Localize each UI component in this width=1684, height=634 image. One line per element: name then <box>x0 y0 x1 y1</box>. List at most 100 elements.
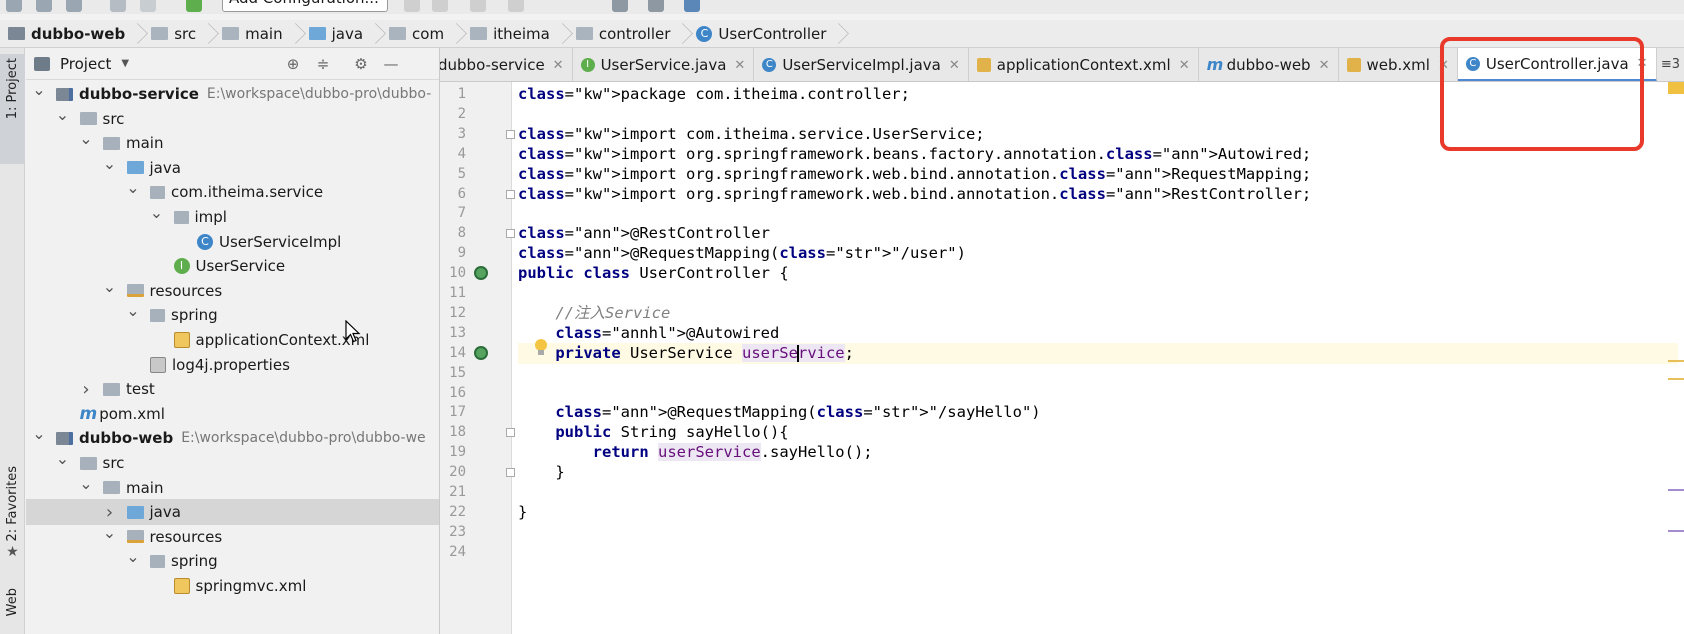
code-line[interactable] <box>518 283 1678 304</box>
code-line[interactable]: class="ann">@RequestMapping(class="str">… <box>518 402 1678 423</box>
close-icon[interactable]: ✕ <box>1179 58 1190 73</box>
chevron-right-icon[interactable]: › <box>79 379 93 400</box>
breadcrumb-java[interactable]: java <box>308 20 389 48</box>
error-stripe-marker[interactable] <box>1668 530 1684 532</box>
build-icon[interactable] <box>186 0 202 12</box>
project-tool-tab[interactable]: 1: Project <box>0 54 25 164</box>
tree-item[interactable]: ⌄ resources <box>26 524 439 550</box>
project-structure-icon[interactable] <box>648 0 664 12</box>
run-configuration-dropdown[interactable]: Add Configuration... <box>222 0 388 12</box>
tree-item[interactable]: ⌄ impl <box>26 204 439 230</box>
tree-item[interactable]: ›applicationContext.xml <box>26 327 439 353</box>
code-line[interactable] <box>518 363 1678 384</box>
tree-item[interactable]: ›IUserService <box>26 253 439 279</box>
code-line[interactable] <box>518 522 1678 543</box>
code-line[interactable]: //注入Service <box>518 303 1678 324</box>
chevron-down-icon[interactable]: ⌄ <box>103 155 117 171</box>
coverage-icon[interactable] <box>470 0 486 12</box>
breadcrumb-com[interactable]: com <box>389 20 470 48</box>
chevron-right-icon[interactable]: › <box>103 502 117 523</box>
locate-icon[interactable]: ⊕ <box>284 55 302 73</box>
editor-tab[interactable]: applicationContext.xml ✕ <box>969 48 1199 81</box>
chevron-down-icon[interactable]: ⌄ <box>79 475 93 491</box>
error-stripe-marker[interactable] <box>1668 82 1684 94</box>
error-stripe-marker[interactable] <box>1668 489 1684 491</box>
close-icon[interactable]: ✕ <box>553 58 564 73</box>
code-line[interactable]: public class UserController { <box>518 263 1678 284</box>
close-icon[interactable]: ✕ <box>1319 58 1330 73</box>
code-line[interactable]: public String sayHello(){ <box>518 422 1678 443</box>
code-line[interactable]: class="kw">import org.springframework.we… <box>518 184 1678 205</box>
code-line[interactable] <box>518 383 1678 404</box>
tree-item[interactable]: ⌄ com.itheima.service <box>26 179 439 205</box>
chevron-down-icon[interactable]: ⌄ <box>103 278 117 294</box>
tree-item[interactable]: ⌄ src <box>26 450 439 476</box>
sdk-icon[interactable] <box>684 0 700 12</box>
tree-item[interactable]: ⌄ spring <box>26 548 439 574</box>
tree-item[interactable]: ›mpom.xml <box>26 401 439 427</box>
save-icon[interactable] <box>36 0 52 12</box>
editor-tab[interactable]: m dubbo-web ✕ <box>1199 48 1339 81</box>
breadcrumb-itheima[interactable]: itheima <box>470 20 576 48</box>
breadcrumb-usercontroller[interactable]: C UserController <box>696 20 852 48</box>
favorites-tool-tab[interactable]: 2: Favorites ★ <box>0 466 25 560</box>
fold-marker-icon[interactable] <box>506 428 515 438</box>
fold-marker-icon[interactable] <box>506 129 515 139</box>
open-icon[interactable] <box>6 0 22 12</box>
close-icon[interactable]: ✕ <box>949 58 960 73</box>
web-tool-tab[interactable]: Web <box>0 588 25 616</box>
breadcrumb-controller[interactable]: controller <box>575 20 697 48</box>
chevron-down-icon[interactable]: ⌄ <box>103 524 117 540</box>
hide-icon[interactable]: — <box>382 55 400 73</box>
tree-item[interactable]: ⌄ src <box>26 106 439 132</box>
tree-item[interactable]: ⌄ main <box>26 475 439 501</box>
intention-bulb-icon[interactable] <box>534 339 548 357</box>
fold-marker-icon[interactable] <box>506 189 515 199</box>
code-line[interactable]: } <box>518 502 1678 523</box>
back-icon[interactable] <box>110 0 126 12</box>
gear-icon[interactable]: ⚙ <box>352 55 370 73</box>
editor-tab[interactable]: I UserService.java ✕ <box>573 48 755 81</box>
tree-item[interactable]: › test <box>26 376 439 402</box>
collapse-all-icon[interactable]: ≑ <box>314 55 332 73</box>
editor-tab[interactable]: C UserServiceImpl.java ✕ <box>754 48 969 81</box>
editor-tab[interactable]: dubbo-service ✕ <box>440 48 573 81</box>
tree-item[interactable]: ›log4j.properties <box>26 352 439 378</box>
tree-item[interactable]: ⌄ java <box>26 155 439 181</box>
settings-wrench-icon[interactable] <box>612 0 628 12</box>
chevron-down-icon[interactable]: ⌄ <box>56 106 70 122</box>
project-view-selector[interactable]: Project <box>60 55 111 73</box>
sync-icon[interactable] <box>66 0 82 12</box>
code-editor[interactable]: 1 2 3 4 5 6 7 8 9 10 11 12 13 14 15 16 17 18 19 20 21 22 23 24 … <box>440 82 1684 634</box>
breadcrumb-dubbo-web[interactable]: dubbo-web <box>8 20 151 48</box>
stop-icon[interactable] <box>508 0 524 12</box>
error-stripe-marker[interactable] <box>1668 378 1684 380</box>
chevron-down-icon[interactable]: ⌄ <box>126 180 140 196</box>
tree-item[interactable]: ⌄ resources <box>26 278 439 304</box>
tree-item[interactable]: ⌄ dubbo-web E:\workspace\dubbo-pro\dubbo-w… <box>26 425 439 451</box>
close-icon[interactable]: ✕ <box>734 58 745 73</box>
tree-item[interactable]: ⌄ spring <box>26 302 439 328</box>
run-icon[interactable] <box>404 0 420 12</box>
error-stripe-marker[interactable] <box>1668 360 1684 362</box>
breadcrumb-main[interactable]: main <box>222 20 308 48</box>
tree-item[interactable]: ›CUserServiceImpl <box>26 229 439 255</box>
code-line[interactable]: } <box>518 462 1678 483</box>
chevron-down-icon[interactable]: ⌄ <box>79 131 93 147</box>
chevron-down-icon[interactable]: ⌄ <box>150 205 164 221</box>
chevron-down-icon[interactable]: ⌄ <box>126 549 140 565</box>
fold-marker-icon[interactable] <box>506 468 515 478</box>
code-line[interactable]: class="annhl">@Autowired <box>518 323 1678 344</box>
debug-icon[interactable] <box>432 0 448 12</box>
tree-item[interactable]: › java <box>26 499 439 526</box>
chevron-down-icon[interactable]: ▼ <box>121 58 129 69</box>
code-line[interactable]: return userService.sayHello(); <box>518 442 1678 463</box>
tab-overflow-button[interactable]: ≡3 <box>1661 57 1680 72</box>
spring-bean-icon[interactable] <box>474 266 488 281</box>
code-line[interactable] <box>518 482 1678 503</box>
forward-icon[interactable] <box>140 0 156 12</box>
code-line[interactable]: private UserService userService; <box>518 342 1678 364</box>
code-line[interactable]: class="ann">@RestController <box>518 223 1678 244</box>
autowired-bean-icon[interactable] <box>474 345 488 360</box>
tree-item[interactable]: ›springmvc.xml <box>26 573 439 599</box>
